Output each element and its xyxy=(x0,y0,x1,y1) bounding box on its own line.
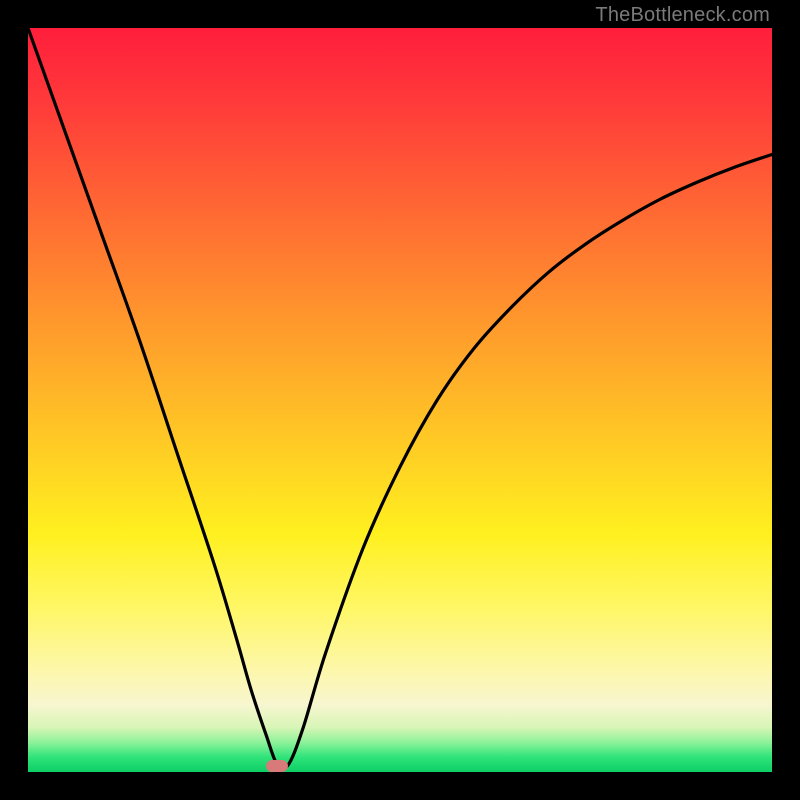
optimal-point-marker xyxy=(266,760,288,772)
bottleneck-curve xyxy=(28,28,772,772)
plot-area xyxy=(28,28,772,772)
chart-frame: TheBottleneck.com xyxy=(0,0,800,800)
attribution-label: TheBottleneck.com xyxy=(595,4,770,27)
